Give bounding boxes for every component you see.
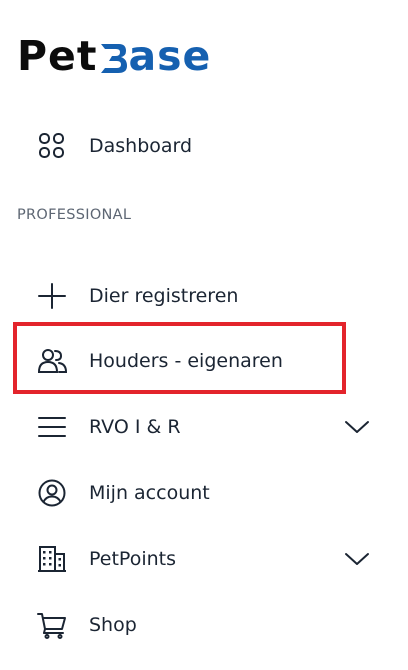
nav-label-register-animal: Dier registreren bbox=[89, 285, 239, 307]
nav-label-rvo: RVO I & R bbox=[89, 416, 181, 438]
logo-b-mark-icon bbox=[99, 40, 128, 76]
building-icon bbox=[37, 545, 67, 573]
nav-label-my-account: Mijn account bbox=[89, 482, 210, 504]
highlight-annotation-box bbox=[13, 322, 346, 394]
logo-text-pet: Pet bbox=[17, 31, 98, 80]
section-title-professional: PROFESSIONAL bbox=[17, 207, 132, 223]
logo-text-base: ase bbox=[128, 31, 212, 80]
plus-icon bbox=[37, 282, 67, 310]
nav-item-my-account[interactable]: Mijn account bbox=[0, 471, 408, 515]
nav-label-petpoints: PetPoints bbox=[89, 548, 176, 570]
menu-icon bbox=[37, 413, 67, 441]
chevron-down-icon[interactable] bbox=[343, 549, 371, 569]
nav-label-dashboard: Dashboard bbox=[89, 135, 193, 157]
chevron-down-icon[interactable] bbox=[343, 417, 371, 437]
nav-item-petpoints[interactable]: PetPoints bbox=[0, 537, 408, 581]
nav-item-shop[interactable]: Shop bbox=[0, 603, 408, 647]
nav-label-shop: Shop bbox=[89, 614, 137, 636]
nav-item-rvo[interactable]: RVO I & R bbox=[0, 405, 408, 449]
petbase-logo[interactable]: Pet ase bbox=[17, 34, 211, 78]
cart-icon bbox=[37, 611, 67, 639]
grid-icon bbox=[37, 132, 67, 160]
nav-item-register-animal[interactable]: Dier registreren bbox=[0, 274, 408, 318]
nav-item-dashboard[interactable]: Dashboard bbox=[0, 124, 408, 168]
user-circle-icon bbox=[37, 479, 67, 507]
